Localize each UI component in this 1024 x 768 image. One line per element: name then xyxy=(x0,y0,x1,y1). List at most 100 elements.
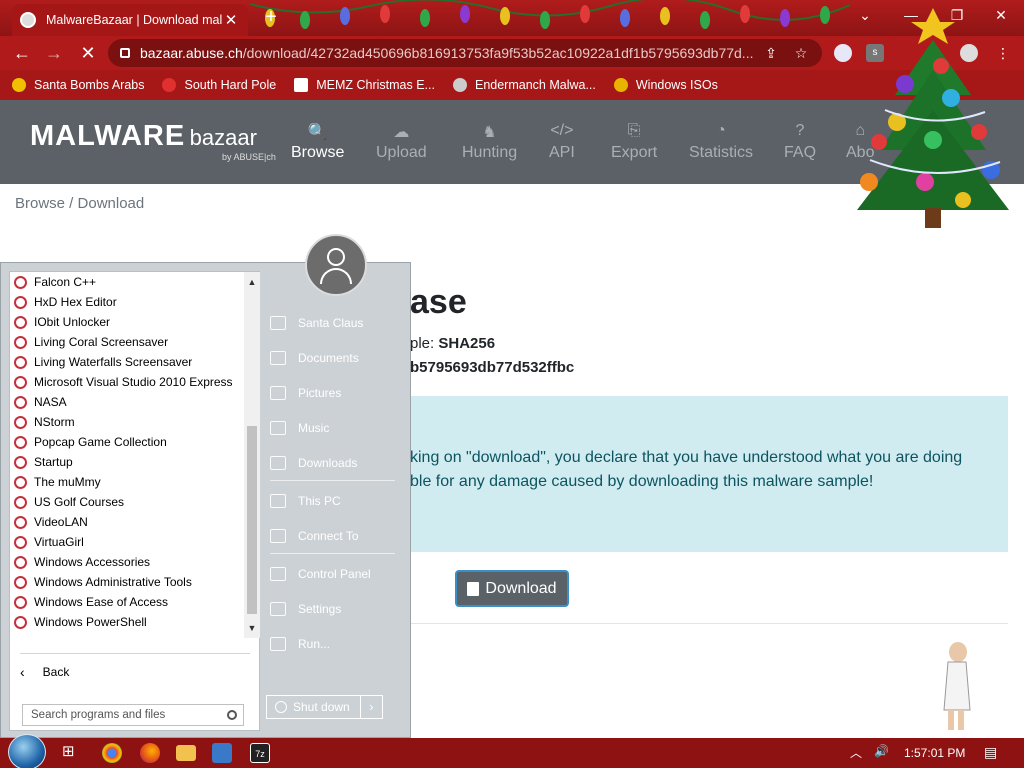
profile-avatar-icon[interactable] xyxy=(960,44,978,62)
bookmark-santa-bombs-arabs[interactable]: Santa Bombs Arabs xyxy=(12,78,144,92)
start-link-downloads[interactable]: Downloads xyxy=(270,452,357,474)
address-bar[interactable]: bazaar.abuse.ch /download/42732ad450696b… xyxy=(108,39,822,67)
bookmark-windows-isos[interactable]: Windows ISOs xyxy=(613,78,718,92)
nav-statistics[interactable]: ◔ Statistics xyxy=(689,122,753,162)
share-icon[interactable]: ⇪ xyxy=(762,44,780,62)
program-item[interactable]: US Golf Courses xyxy=(10,492,244,512)
bookmark-memz-christmas[interactable]: MEMZ Christmas E... xyxy=(294,78,435,92)
hunting-icon: ♞ xyxy=(482,124,497,141)
program-item[interactable]: VirtuaGirl xyxy=(10,532,244,552)
program-item[interactable]: VideoLAN xyxy=(10,512,244,532)
malwarebazaar-logo[interactable]: MALWARE bazaar by ABUSE|ch xyxy=(30,120,276,162)
documents-icon xyxy=(270,351,286,365)
hash-value: b5795693db77d532ffbc xyxy=(410,359,575,376)
nav-hunting[interactable]: ♞ Hunting xyxy=(462,122,517,162)
menu-kebab-icon[interactable]: ⋮ xyxy=(994,44,1012,62)
lock-icon xyxy=(120,48,130,58)
program-item[interactable]: IObit Unlocker xyxy=(10,312,244,332)
nav-browse[interactable]: 🔍 Browse xyxy=(291,122,344,162)
nav-export[interactable]: ⎘ Export xyxy=(611,122,657,162)
download-file-icon xyxy=(467,581,480,596)
active-tab[interactable]: MalwareBazaar | Download malw... ✕ xyxy=(12,4,248,36)
search-programs-input[interactable]: Search programs and files xyxy=(22,704,244,726)
window-close-button[interactable]: ✕ xyxy=(978,0,1024,30)
new-tab-button[interactable]: + xyxy=(260,6,282,29)
back-arrow-icon[interactable]: ← xyxy=(10,41,34,65)
download-button[interactable]: Download xyxy=(455,570,569,607)
program-item[interactable]: Windows Ease of Access xyxy=(10,592,244,612)
shutdown-options-arrow-icon[interactable]: › xyxy=(360,696,382,718)
program-item[interactable]: Living Waterfalls Screensaver xyxy=(10,352,244,372)
bookmarks-bar: Santa Bombs Arabs South Hard Pole MEMZ C… xyxy=(0,70,1024,100)
program-item[interactable]: Windows Administrative Tools xyxy=(10,572,244,592)
start-orb-button[interactable] xyxy=(8,734,46,768)
program-item[interactable]: Windows Accessories xyxy=(10,552,244,572)
nav-faq[interactable]: ? FAQ xyxy=(784,122,816,162)
program-item[interactable]: Microsoft Visual Studio 2010 Express xyxy=(10,372,244,392)
export-file-icon: ⎘ xyxy=(627,122,641,139)
program-app-icon xyxy=(14,295,27,309)
firefox-icon[interactable] xyxy=(140,743,160,763)
page-title: ase xyxy=(410,283,467,321)
back-button[interactable]: ‹ Back xyxy=(20,664,69,680)
program-item[interactable]: HxD Hex Editor xyxy=(10,292,244,312)
tab-close-icon[interactable]: ✕ xyxy=(222,11,240,29)
program-item[interactable]: Living Coral Screensaver xyxy=(10,332,244,352)
program-item[interactable]: Falcon C++ xyxy=(10,272,244,292)
extension-s-icon[interactable]: s xyxy=(866,44,884,62)
user-avatar[interactable] xyxy=(305,234,367,296)
scroll-up-arrow-icon[interactable]: ▲ xyxy=(244,274,260,290)
start-link-pictures[interactable]: Pictures xyxy=(270,382,341,404)
file-explorer-icon[interactable] xyxy=(176,745,196,761)
start-link-run[interactable]: Run... xyxy=(270,633,330,655)
start-link-music[interactable]: Music xyxy=(270,417,329,439)
start-link-control-panel[interactable]: Control Panel xyxy=(270,563,371,585)
program-app-icon xyxy=(14,475,27,489)
program-app-icon xyxy=(14,535,27,549)
nav-api[interactable]: </> API xyxy=(549,122,575,162)
programs-scrollbar[interactable]: ▲ ▼ xyxy=(244,272,260,638)
store-box-icon[interactable] xyxy=(212,743,232,763)
program-item[interactable]: Popcap Game Collection xyxy=(10,432,244,452)
breadcrumb[interactable]: Browse / Download xyxy=(15,195,144,212)
start-link-connect-to[interactable]: Connect To xyxy=(270,525,359,547)
program-app-icon xyxy=(14,315,27,329)
action-center-icon[interactable]: ▤ xyxy=(984,744,997,761)
tray-chevron-up-icon[interactable]: ︿ xyxy=(850,744,862,761)
all-programs-list[interactable]: Falcon C++ HxD Hex Editor IObit Unlocker Li… xyxy=(10,272,244,638)
programs-divider xyxy=(20,653,250,654)
bookmark-star-icon[interactable]: ☆ xyxy=(792,44,810,62)
window-minimize-button[interactable]: — xyxy=(888,0,934,30)
snowflake-icon xyxy=(162,78,177,92)
program-item[interactable]: Windows PowerShell xyxy=(10,612,244,632)
program-item[interactable]: NStorm xyxy=(10,412,244,432)
start-link-settings[interactable]: Settings xyxy=(270,598,341,620)
window-maximize-button[interactable]: ❐ xyxy=(934,0,980,30)
bookmark-favicon-icon xyxy=(12,78,26,92)
taskbar-clock[interactable]: 1:57:01 PM xyxy=(904,746,965,760)
building-icon: ⌂ xyxy=(855,122,866,139)
forward-arrow-icon[interactable]: → xyxy=(42,41,66,65)
scroll-down-arrow-icon[interactable]: ▼ xyxy=(244,620,260,636)
extension-flag-icon[interactable] xyxy=(834,44,852,62)
volume-icon[interactable]: 🔊 xyxy=(874,744,889,758)
start-link-santa-claus[interactable]: Santa Claus xyxy=(270,312,363,334)
start-link-documents[interactable]: Documents xyxy=(270,347,359,369)
program-app-icon xyxy=(14,495,27,509)
program-app-icon xyxy=(14,375,27,389)
program-item[interactable]: NASA xyxy=(10,392,244,412)
nav-about[interactable]: ⌂ Abo xyxy=(846,122,874,162)
window-chevron-icon[interactable]: ⌄ xyxy=(842,0,888,30)
nav-upload[interactable]: ☁ Upload xyxy=(376,122,427,162)
program-item[interactable]: The muMmy xyxy=(10,472,244,492)
task-view-icon[interactable]: ⊞ xyxy=(62,742,75,760)
program-item[interactable]: Startup xyxy=(10,452,244,472)
start-link-this-pc[interactable]: This PC xyxy=(270,490,341,512)
bookmark-south-hard-pole[interactable]: South Hard Pole xyxy=(162,78,276,92)
scroll-thumb[interactable] xyxy=(247,426,257,614)
seven-zip-icon[interactable]: 7z xyxy=(250,743,270,763)
bookmark-endermanch-malware[interactable]: Endermanch Malwa... xyxy=(452,78,596,92)
shutdown-button[interactable]: Shut down › xyxy=(266,695,383,719)
chrome-icon[interactable] xyxy=(102,743,122,763)
stop-loading-icon[interactable]: ✕ xyxy=(76,41,100,65)
